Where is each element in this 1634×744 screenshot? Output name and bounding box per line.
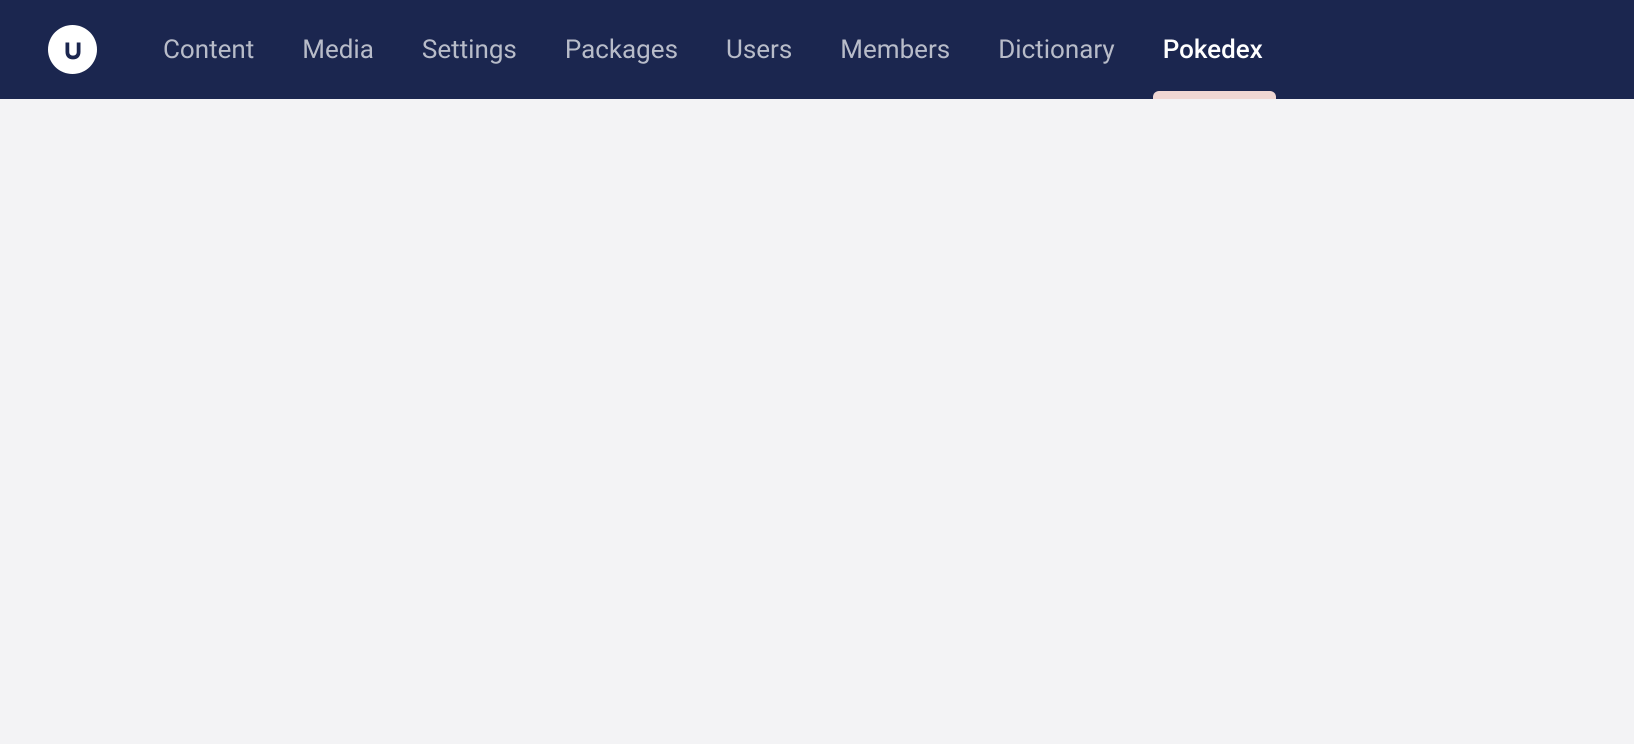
nav-item-label: Users <box>726 35 792 65</box>
nav-item-pokedex[interactable]: Pokedex <box>1139 0 1287 99</box>
nav-item-content[interactable]: Content <box>139 0 278 99</box>
nav-item-media[interactable]: Media <box>278 0 398 99</box>
nav-item-packages[interactable]: Packages <box>541 0 702 99</box>
nav-item-users[interactable]: Users <box>702 0 816 99</box>
nav-item-label: Media <box>302 35 374 65</box>
nav-item-label: Members <box>840 35 950 65</box>
umbraco-logo[interactable] <box>48 25 97 74</box>
nav-items-container: Content Media Settings Packages Users Me… <box>139 0 1287 99</box>
nav-item-dictionary[interactable]: Dictionary <box>974 0 1139 99</box>
active-tab-indicator <box>1153 91 1276 99</box>
umbraco-logo-icon <box>58 35 88 65</box>
nav-item-label: Settings <box>422 35 517 65</box>
nav-item-label: Dictionary <box>998 35 1115 65</box>
nav-item-members[interactable]: Members <box>816 0 974 99</box>
nav-item-label: Pokedex <box>1163 35 1263 65</box>
nav-item-label: Content <box>163 35 254 65</box>
main-content-area <box>0 99 1634 744</box>
top-navigation: Content Media Settings Packages Users Me… <box>0 0 1634 99</box>
nav-item-settings[interactable]: Settings <box>398 0 541 99</box>
nav-item-label: Packages <box>565 35 678 65</box>
